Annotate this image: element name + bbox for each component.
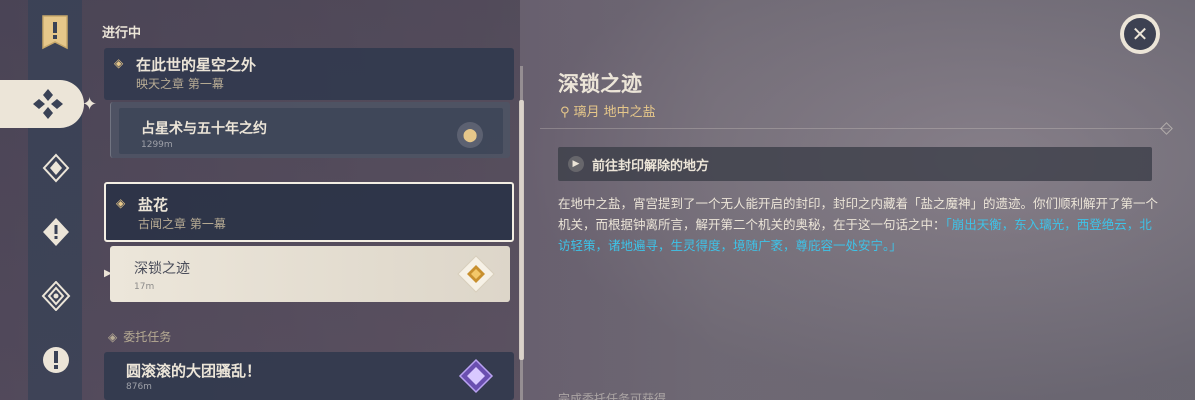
close-icon: ✕: [1124, 18, 1156, 50]
world-quest-tab[interactable]: [36, 212, 76, 252]
in-progress-heading: 进行中: [102, 26, 142, 41]
commission-distance: 876m: [126, 382, 152, 392]
story-quest-icon: [42, 153, 70, 183]
event-quest-tab[interactable]: [36, 340, 76, 380]
subquest-distance: 1299m: [141, 140, 173, 150]
commission-tab[interactable]: [36, 276, 76, 316]
quest-book-icon[interactable]: [40, 14, 70, 50]
world-quest-icon: [43, 218, 69, 246]
close-button[interactable]: ✕: [1120, 14, 1160, 54]
location-pin-icon[interactable]: ⬤: [457, 122, 483, 148]
quest-group-card-selected[interactable]: ◈ 盐花 古闻之章 第一幕: [104, 182, 514, 242]
quest-description: 在地中之盐，宵宫提到了一个无人能开启的封印，封印之内藏着「盐之魔神」的遗迹。你们…: [558, 193, 1158, 256]
quest-group-subtitle: 古闻之章 第一幕: [138, 217, 226, 231]
archon-quest-tab[interactable]: [0, 80, 84, 128]
archon-marker-icon: ◈: [116, 196, 126, 210]
bottom-faded-text: 完成委托任务可获得: [558, 392, 667, 400]
location-text: 璃月 地中之盐: [573, 105, 656, 120]
objective-arrow-icon: ▶: [568, 156, 584, 172]
quest-group-title: 在此世的星空之外: [136, 56, 257, 74]
quest-group-card[interactable]: ◈ 在此世的星空之外 映天之章 第一幕: [104, 48, 514, 100]
commission-marker-icon[interactable]: [458, 358, 494, 394]
event-quest-icon: [43, 347, 69, 373]
quest-group-title: 盐花: [138, 196, 169, 214]
commission-section-heading: ◈ 委托任务: [108, 328, 171, 345]
quest-group-subtitle: 映天之章 第一幕: [136, 77, 224, 91]
subquest-title: 深锁之迹: [134, 261, 190, 277]
list-scrollbar-thumb[interactable]: [519, 100, 524, 360]
location-pin-icon: ⚲: [560, 105, 570, 120]
active-sparkle-icon: ✦: [82, 94, 98, 115]
subquest-inner: 占星术与五十年之约 1299m ⬤: [119, 108, 503, 154]
quest-objective: ▶ 前往封印解除的地方: [558, 147, 1152, 181]
commission-icon: [41, 281, 71, 311]
archon-marker-icon: ◈: [114, 56, 124, 70]
waypoint-marker-icon[interactable]: [456, 254, 496, 294]
subquest-card-selected[interactable]: 深锁之迹 17m: [110, 246, 510, 302]
quest-detail-title: 深锁之迹: [558, 72, 642, 96]
commission-section-icon: ◈: [108, 330, 118, 344]
objective-text: 前往封印解除的地方: [592, 159, 710, 174]
subquest-distance: 17m: [134, 282, 155, 292]
commission-section-label: 委托任务: [123, 330, 172, 344]
subquest-card[interactable]: 占星术与五十年之约 1299m ⬤: [110, 102, 510, 158]
story-quest-tab[interactable]: [36, 148, 76, 188]
subquest-title: 占星术与五十年之约: [141, 121, 267, 137]
quest-detail-location: ⚲ 璃月 地中之盐: [560, 101, 656, 120]
quest-category-rail: ✦: [0, 0, 97, 400]
commission-card[interactable]: 圆滚滚的大团骚乱！ 876m: [104, 352, 514, 400]
detail-divider: [540, 128, 1170, 129]
commission-title: 圆滚滚的大团骚乱！: [126, 362, 262, 380]
archon-quest-icon: [33, 89, 63, 119]
